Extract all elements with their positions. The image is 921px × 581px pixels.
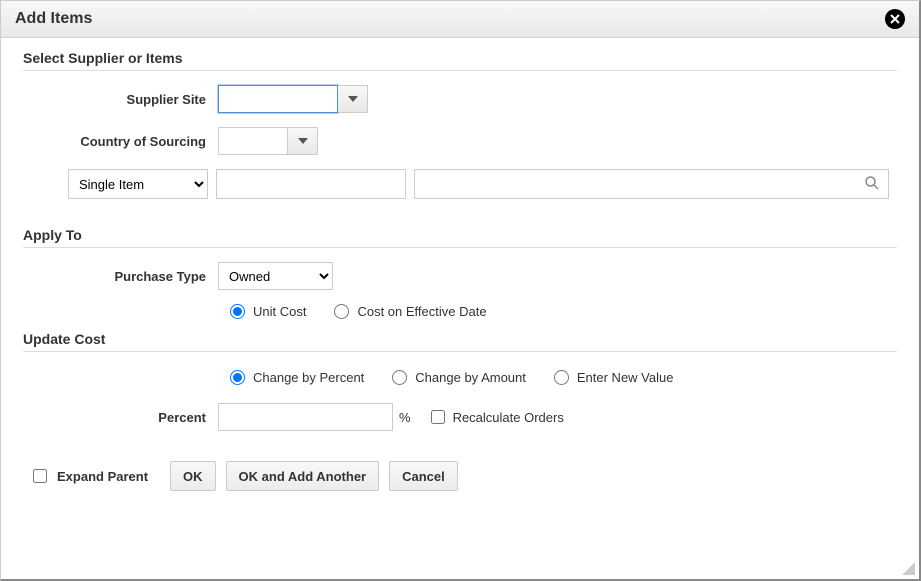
close-icon: [889, 13, 901, 25]
expand-parent-label: Expand Parent: [57, 469, 148, 484]
country-combo: [218, 127, 318, 155]
supplier-site-label: Supplier Site: [23, 92, 218, 107]
purchase-type-row: Purchase Type Owned: [23, 262, 897, 290]
change-by-amount-radio-label: Change by Amount: [415, 370, 526, 385]
percent-label: Percent: [23, 410, 218, 425]
change-by-percent-radio-label: Change by Percent: [253, 370, 364, 385]
expand-parent-check-item[interactable]: Expand Parent: [33, 469, 148, 484]
section-update-cost-title: Update Cost: [23, 331, 897, 347]
dialog-footer: Expand Parent OK OK and Add Another Canc…: [23, 461, 897, 491]
purchase-type-select[interactable]: Owned: [218, 262, 333, 290]
item-code-input[interactable]: [216, 169, 406, 199]
change-by-amount-radio-item[interactable]: Change by Amount: [392, 370, 526, 385]
recalculate-orders-label: Recalculate Orders: [453, 410, 564, 425]
close-button[interactable]: [885, 9, 905, 29]
enter-new-value-radio-item[interactable]: Enter New Value: [554, 370, 674, 385]
enter-new-value-radio-label: Enter New Value: [577, 370, 674, 385]
divider: [23, 70, 897, 71]
divider: [23, 247, 897, 248]
divider: [23, 351, 897, 352]
chevron-down-icon: [348, 96, 358, 102]
supplier-site-combo: [218, 85, 368, 113]
cost-effective-date-radio-label: Cost on Effective Date: [357, 304, 486, 319]
change-by-amount-radio[interactable]: [392, 370, 407, 385]
percent-symbol: %: [399, 410, 411, 425]
ok-and-add-another-button[interactable]: OK and Add Another: [226, 461, 380, 491]
resize-grip[interactable]: [901, 561, 915, 575]
dialog-titlebar: Add Items: [1, 1, 919, 38]
supplier-site-dropdown-button[interactable]: [338, 85, 368, 113]
dialog-content: Select Supplier or Items Supplier Site C…: [1, 38, 919, 491]
unit-cost-radio-label: Unit Cost: [253, 304, 306, 319]
ok-button[interactable]: OK: [170, 461, 216, 491]
enter-new-value-radio[interactable]: [554, 370, 569, 385]
change-by-percent-radio[interactable]: [230, 370, 245, 385]
supplier-site-input[interactable]: [218, 85, 338, 113]
cost-basis-radio-group: Unit Cost Cost on Effective Date: [230, 304, 897, 319]
percent-input[interactable]: [218, 403, 393, 431]
country-label: Country of Sourcing: [23, 134, 218, 149]
supplier-site-row: Supplier Site: [23, 85, 897, 113]
section-select-supplier-title: Select Supplier or Items: [23, 50, 897, 66]
unit-cost-radio[interactable]: [230, 304, 245, 319]
country-input[interactable]: [218, 127, 288, 155]
country-row: Country of Sourcing: [23, 127, 897, 155]
change-by-percent-radio-item[interactable]: Change by Percent: [230, 370, 364, 385]
cost-effective-date-radio-item[interactable]: Cost on Effective Date: [334, 304, 486, 319]
item-row: Single Item: [68, 169, 897, 199]
recalculate-orders-checkbox[interactable]: [431, 410, 445, 424]
cost-effective-date-radio[interactable]: [334, 304, 349, 319]
change-type-radio-group: Change by Percent Change by Amount Enter…: [230, 370, 897, 385]
recalculate-orders-check-item[interactable]: Recalculate Orders: [431, 410, 564, 425]
unit-cost-radio-item[interactable]: Unit Cost: [230, 304, 306, 319]
purchase-type-label: Purchase Type: [23, 269, 218, 284]
percent-row: Percent % Recalculate Orders: [23, 403, 897, 431]
item-mode-select[interactable]: Single Item: [68, 169, 208, 199]
dialog-title: Add Items: [15, 10, 92, 28]
expand-parent-checkbox[interactable]: [33, 469, 47, 483]
item-description-field[interactable]: [414, 169, 889, 199]
chevron-down-icon: [298, 138, 308, 144]
country-dropdown-button[interactable]: [288, 127, 318, 155]
cancel-button[interactable]: Cancel: [389, 461, 458, 491]
search-icon[interactable]: [864, 175, 880, 194]
add-items-dialog: Add Items Select Supplier or Items Suppl…: [0, 0, 921, 581]
section-apply-to-title: Apply To: [23, 227, 897, 243]
